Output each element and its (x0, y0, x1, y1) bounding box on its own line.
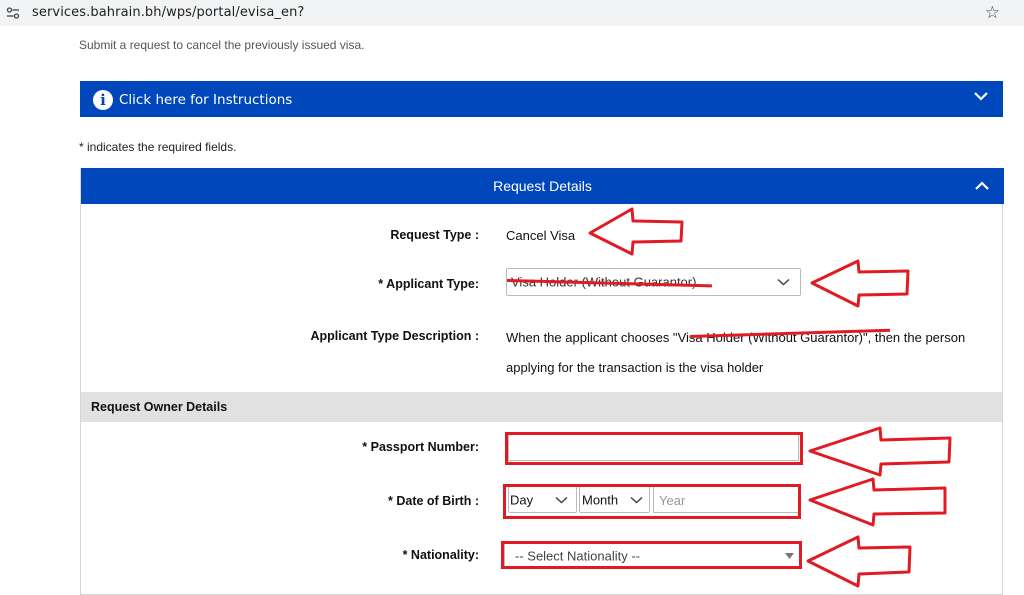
tune-icon[interactable] (6, 6, 20, 20)
arrow-left-icon (806, 535, 912, 588)
annotation-arrows (588, 207, 952, 588)
arrow-left-icon (810, 259, 910, 308)
star-icon[interactable]: ☆ (985, 3, 1000, 23)
arrow-left-icon (588, 207, 684, 256)
arrow-left-icon (808, 477, 947, 527)
browser-address-bar: services.bahrain.bh/wps/portal/evisa_en?… (0, 0, 1024, 26)
arrow-left-icon (808, 426, 952, 477)
page-content: Submit a request to cancel the previousl… (0, 26, 1024, 595)
url-text[interactable]: services.bahrain.bh/wps/portal/evisa_en? (32, 5, 304, 20)
